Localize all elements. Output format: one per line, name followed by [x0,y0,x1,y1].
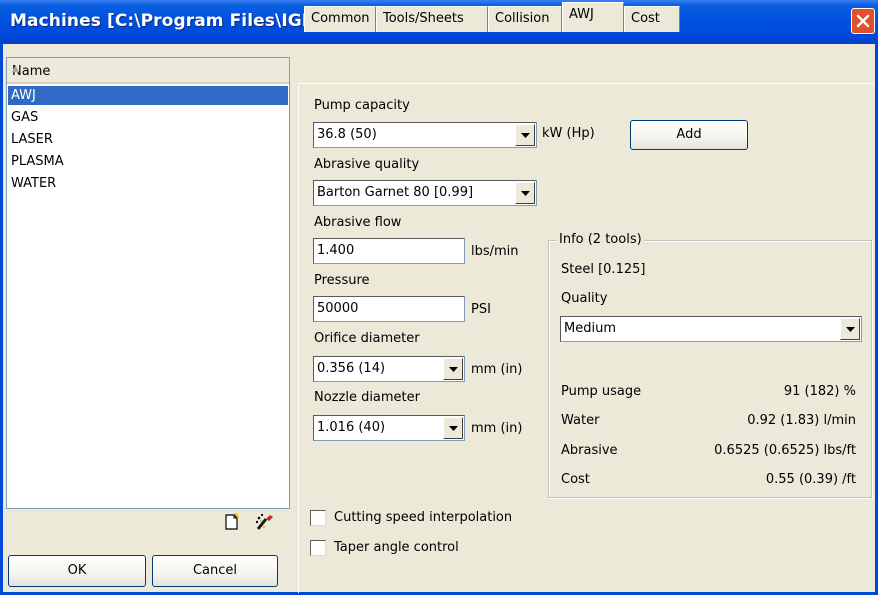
pump-capacity-unit: kW (Hp) [542,126,595,141]
orifice-diameter-value: 0.356 (14) [317,361,386,376]
pump-capacity-select[interactable]: 36.8 (50) [313,122,537,148]
orifice-diameter-label: Orifice diameter [314,331,420,346]
list-item-plasma[interactable]: PLASMA [8,152,288,171]
chevron-down-icon[interactable] [443,358,463,380]
pump-usage-value: 91 (182) % [783,384,856,399]
ok-button[interactable]: OK [8,555,146,587]
cancel-button[interactable]: Cancel [152,555,278,587]
tab-common[interactable]: Common [304,6,376,32]
water-label: Water [561,413,600,428]
new-document-icon[interactable] [222,512,242,536]
list-item-water[interactable]: WATER [8,174,288,193]
tab-tools-sheets[interactable]: Tools/Sheets [376,6,488,32]
sort-arrow-icon: ▲ [12,64,19,74]
taper-angle-control-checkbox[interactable] [310,540,326,556]
abrasive-flow-input[interactable]: 1.400 [313,238,465,264]
pump-capacity-value: 36.8 (50) [317,127,377,142]
tab-collision[interactable]: Collision [488,6,562,32]
abrasive-label: Abrasive [561,443,618,458]
chevron-down-icon[interactable] [515,182,535,204]
orifice-diameter-select[interactable]: 0.356 (14) [313,356,465,382]
abrasive-value: 0.6525 (0.6525) lbs/ft [714,443,856,458]
cost-label: Cost [561,472,590,487]
abrasive-flow-unit: lbs/min [471,244,519,259]
quality-value: Medium [564,321,616,336]
water-value: 0.92 (1.83) l/min [747,413,856,428]
pressure-label: Pressure [314,273,370,288]
tab-cost[interactable]: Cost [624,6,680,32]
abrasive-quality-value: Barton Garnet 80 [0.99] [317,185,474,200]
taper-angle-control-label: Taper angle control [334,540,459,555]
list-item-awj[interactable]: AWJ [8,86,288,105]
add-button[interactable]: Add [630,120,748,150]
abrasive-flow-label: Abrasive flow [314,215,402,230]
info-title: Info (2 tools) [557,232,644,247]
cost-value: 0.55 (0.39) /ft [765,472,856,487]
orifice-diameter-unit: mm (in) [471,362,523,377]
close-button[interactable] [851,8,875,34]
chevron-down-icon[interactable] [515,124,535,146]
pump-capacity-label: Pump capacity [314,98,410,113]
tab-awj[interactable]: AWJ [562,2,624,32]
pressure-input[interactable]: 50000 [313,296,465,322]
nozzle-diameter-label: Nozzle diameter [314,390,420,405]
close-icon [856,14,870,28]
quality-select[interactable]: Medium [560,316,862,342]
cutting-speed-interpolation-label: Cutting speed interpolation [334,510,513,525]
machine-list[interactable]: Name ▲ AWJ GAS LASER PLASMA WATER [6,57,290,509]
info-material: Steel [0.125] [561,262,646,277]
abrasive-quality-label: Abrasive quality [314,157,420,172]
info-groupbox: Info (2 tools) [548,232,872,498]
list-item-gas[interactable]: GAS [8,108,288,127]
quality-label: Quality [561,291,608,306]
nozzle-diameter-unit: mm (in) [471,421,523,436]
chevron-down-icon[interactable] [443,417,463,439]
nozzle-diameter-value: 1.016 (40) [317,420,386,435]
pressure-unit: PSI [471,302,491,317]
list-item-laser[interactable]: LASER [8,130,288,149]
pump-usage-label: Pump usage [561,384,642,399]
cutting-speed-interpolation-checkbox[interactable] [310,510,326,526]
nozzle-diameter-select[interactable]: 1.016 (40) [313,415,465,441]
chevron-down-icon[interactable] [840,318,860,340]
abrasive-quality-select[interactable]: Barton Garnet 80 [0.99] [313,180,537,206]
list-header[interactable]: Name ▲ [7,58,289,84]
paint-edit-icon[interactable] [254,511,276,537]
